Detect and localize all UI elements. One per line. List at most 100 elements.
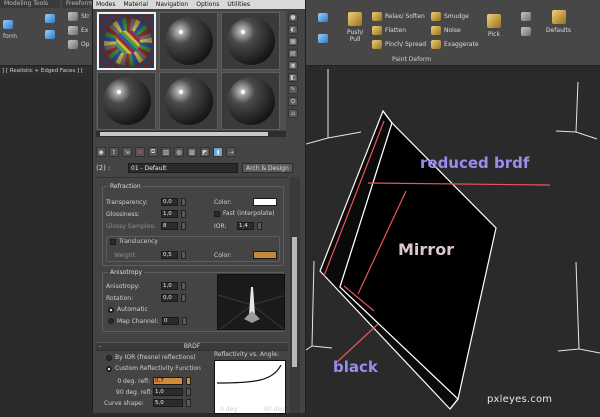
exaggerate-button[interactable]: Exaggerate [431,40,479,49]
sample-slot-1[interactable] [97,12,156,70]
ribbon-small-icon-1[interactable] [521,12,531,21]
axis-label: 0 deg [220,406,238,413]
curve-shape-spinner[interactable] [186,399,191,407]
ribbon-item-ex[interactable]: Ex [68,26,88,35]
refraction-color-label: Color: [214,198,232,206]
show-end-result-icon[interactable]: ◩ [200,147,210,157]
material-type-button[interactable]: Arch & Design [242,163,293,173]
viewport[interactable]: reduced brdf Mirror black [305,66,600,413]
scrollbar-thumb[interactable] [292,237,297,367]
sample-slot-2[interactable] [159,12,218,70]
ribbon-icon-d[interactable] [318,34,328,43]
weight-spinner[interactable] [181,251,186,259]
custom-reflectivity-radio[interactable] [106,365,112,372]
tab-modeling-tools[interactable]: Modeling Tools [0,0,60,8]
sample-slot-3[interactable] [221,12,280,70]
transparency-input[interactable]: 0,0 [161,198,178,206]
ribbon-icon-b[interactable] [45,30,55,39]
map-channel-spinner[interactable] [182,317,187,325]
refraction-title: Refraction [108,183,143,190]
slot-field-label: (2) : [96,164,111,172]
glossiness-spinner[interactable] [181,210,186,218]
menu-navigation[interactable]: Navigation [156,1,188,8]
select-by-material-icon[interactable]: ⛭ [288,97,298,106]
go-to-parent-icon[interactable]: ▮ [213,147,223,157]
translucency-row: Translucency [110,238,158,245]
curve-shape-input[interactable]: 5,0 [153,399,183,407]
background-icon[interactable]: ▦ [288,37,298,46]
map-channel-input[interactable]: 0 [162,317,179,325]
ribbon-item-str[interactable]: Str [68,12,90,21]
options-icon[interactable]: ✎ [288,85,298,94]
ior-spinner[interactable] [257,222,262,230]
rotation-input[interactable]: 0,0 [161,294,178,302]
sample-slot-4[interactable] [97,72,156,130]
material-name-input[interactable]: 01 - Default [128,163,238,173]
transparency-spinner[interactable] [181,198,186,206]
map-channel-radio[interactable] [108,318,114,324]
viewport-label[interactable]: ] [ Realistic + Edged Faces ] [ [0,66,92,76]
menu-utilities[interactable]: Utilities [227,1,250,8]
video-color-icon[interactable]: ▣ [288,61,298,70]
deg90-refl-input[interactable]: 1,0 [153,388,183,396]
automatic-radio[interactable] [108,306,114,313]
menu-modes[interactable]: Modes [96,1,115,8]
graph-title: Reflectivity vs. Angle: [214,351,279,358]
get-material-icon[interactable]: ◉ [96,147,106,157]
translucency-checkbox[interactable] [110,238,116,245]
translucency-color-row: Color: [214,251,277,259]
push-pull-button[interactable]: Push/ Pull [347,12,363,43]
rotation-spinner[interactable] [181,294,186,302]
deg0-refl-spinner[interactable] [186,377,191,385]
fast-interpolate-checkbox[interactable] [214,210,220,217]
deg0-refl-input[interactable]: 0,7 [153,377,183,385]
brdf-section-header[interactable]: - BRDF [96,342,288,351]
material-navigator-icon[interactable]: ⌂ [288,109,298,118]
anisotropy-label: Anisotropy: [106,282,140,290]
sample-slot-5[interactable] [159,72,218,130]
smudge-button[interactable]: Smudge [431,12,469,21]
make-unique-icon[interactable]: ⧉ [148,147,158,157]
anisotropy-spinner[interactable] [181,282,186,290]
pinch-spread-button[interactable]: Pinch/ Spread [372,40,426,49]
relax-soften-button[interactable]: Relax/ Soften [372,12,425,21]
translucency-color-swatch[interactable] [252,251,277,259]
ribbon-icon-a[interactable] [45,14,55,23]
weight-input[interactable]: 0,5 [161,251,178,259]
anisotropy-input[interactable]: 1,0 [161,282,178,290]
flatten-button[interactable]: Flatten [372,26,406,35]
menu-options[interactable]: Options [196,1,219,8]
menu-material[interactable]: Material [123,1,147,8]
deg0-refl-row: 0 deg. refl: 0,7 [116,377,191,385]
ribbon-small-icon-2[interactable] [521,27,531,36]
uv-tiling-icon[interactable]: ▤ [288,49,298,58]
reset-map-icon[interactable]: ✕ [135,147,145,157]
by-ior-radio[interactable] [106,354,112,361]
tab-freeform[interactable]: Freeform [62,0,93,8]
glossy-samples-spinner[interactable] [181,222,186,230]
glossiness-input[interactable]: 1,0 [161,210,178,218]
assign-material-icon[interactable]: ⇲ [122,147,132,157]
pick-button[interactable]: Pick [487,14,501,38]
deg90-refl-spinner[interactable] [186,388,191,396]
rollout-scrollbar[interactable] [290,177,300,413]
ior-input[interactable]: 1,4 [237,222,254,230]
go-forward-icon[interactable]: ⇢ [226,147,236,157]
ribbon-left-icon-1[interactable] [3,20,13,29]
defaults-button[interactable]: Defaults [546,10,571,34]
sample-type-icon[interactable]: ● [288,13,298,22]
put-to-library-icon[interactable]: ▥ [161,147,171,157]
scrollbar-thumb[interactable] [100,132,268,136]
material-id-icon[interactable]: ◍ [174,147,184,157]
show-map-icon[interactable]: ▨ [187,147,197,157]
sample-slot-6[interactable] [221,72,280,130]
ribbon-item-op[interactable]: Op [68,40,90,49]
slots-scrollbar[interactable] [96,131,286,137]
noise-button[interactable]: Noise [431,26,461,35]
backlight-icon[interactable]: ◐ [288,25,298,34]
ribbon-icon-c[interactable] [318,13,328,22]
refraction-color-swatch[interactable] [252,198,277,206]
glossy-samples-input[interactable]: 8 [161,222,178,230]
make-preview-icon[interactable]: ◧ [288,73,298,82]
put-to-scene-icon[interactable]: ⇪ [109,147,119,157]
